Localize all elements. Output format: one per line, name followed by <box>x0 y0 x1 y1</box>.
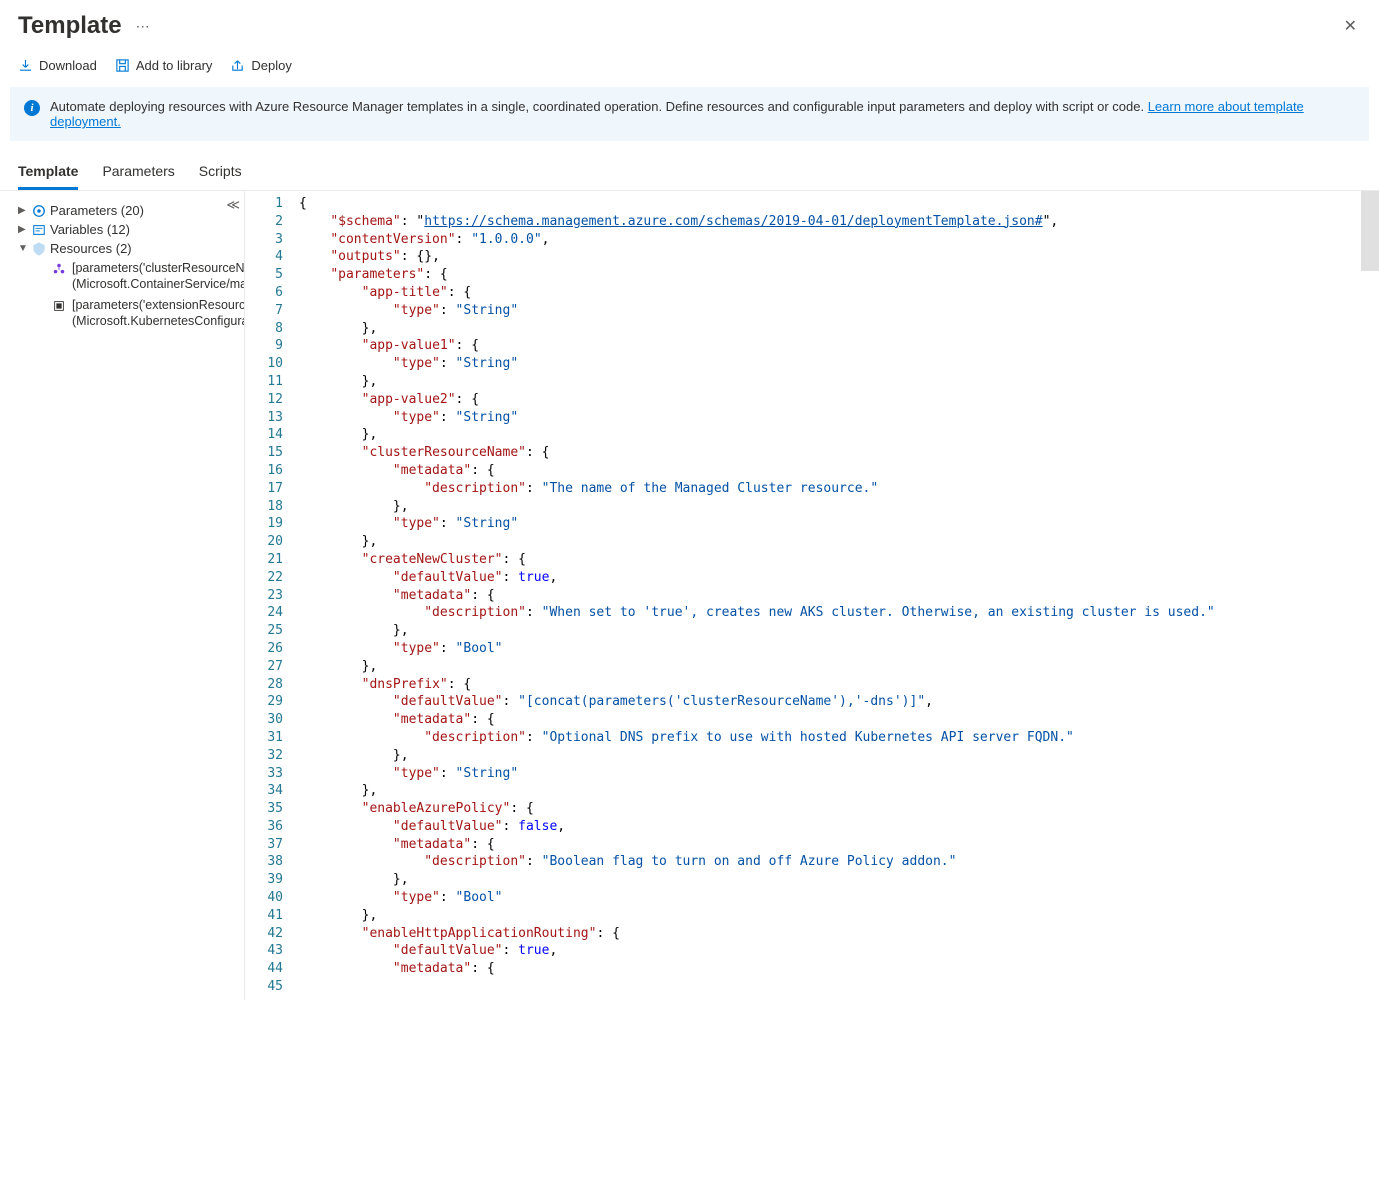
deploy-button[interactable]: Deploy <box>230 58 291 73</box>
page-title: Template <box>18 12 122 40</box>
tab-scripts[interactable]: Scripts <box>199 155 242 190</box>
collapse-sidebar-icon[interactable]: ≪ <box>226 197 240 213</box>
info-icon: i <box>24 100 40 116</box>
resources-icon <box>32 242 46 256</box>
chevron-down-icon: ▼ <box>18 243 28 254</box>
tree-parameters[interactable]: ▶ Parameters (20) <box>18 201 240 220</box>
line-numbers: 1234567891011121314151617181920212223242… <box>245 191 293 1000</box>
tab-template[interactable]: Template <box>18 155 78 190</box>
chevron-right-icon: ▶ <box>18 224 28 235</box>
variables-icon <box>32 223 46 237</box>
close-icon[interactable]: ✕ <box>1340 12 1361 40</box>
tree-resource-item[interactable]: [parameters('extensionResourceNa(Microso… <box>52 295 240 332</box>
scrollbar[interactable] <box>1361 191 1379 271</box>
download-icon <box>18 58 33 73</box>
download-button[interactable]: Download <box>18 58 97 73</box>
tree-variables[interactable]: ▶ Variables (12) <box>18 220 240 239</box>
cluster-icon <box>52 262 66 276</box>
parameters-icon <box>32 204 46 218</box>
add-to-library-button[interactable]: Add to library <box>115 58 213 73</box>
tab-parameters[interactable]: Parameters <box>102 155 174 190</box>
save-icon <box>115 58 130 73</box>
tree-resources[interactable]: ▼ Resources (2) <box>18 239 240 258</box>
code-content[interactable]: { "$schema": "https://schema.management.… <box>293 191 1379 1000</box>
extension-icon <box>52 299 66 313</box>
deploy-icon <box>230 58 245 73</box>
info-banner: i Automate deploying resources with Azur… <box>10 87 1369 141</box>
resource-tree: ≪ ▶ Parameters (20) ▶ Variables (12) ▼ R… <box>0 191 244 1000</box>
chevron-right-icon: ▶ <box>18 205 28 216</box>
code-editor[interactable]: 1234567891011121314151617181920212223242… <box>244 191 1379 1000</box>
more-menu-icon[interactable]: ⋯ <box>136 18 150 35</box>
tree-resource-item[interactable]: [parameters('clusterResourceName(Microso… <box>52 258 240 295</box>
